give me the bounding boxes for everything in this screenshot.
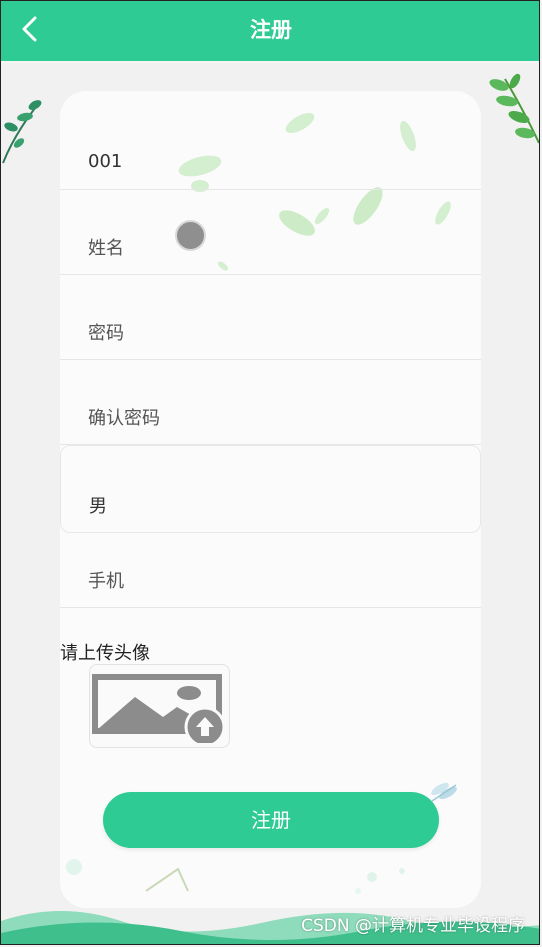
branch-left-decoration [2, 100, 42, 164]
name-field[interactable]: 姓名 [60, 190, 481, 275]
avatar-upload-button[interactable] [89, 664, 230, 748]
account-value: 001 [88, 151, 123, 172]
watermark-text: CSDN @计算机专业毕设程序 [301, 916, 525, 936]
branch-right-decoration [489, 73, 539, 144]
app-frame: 注册 001 姓名 密码 确认密码 男 手机 请上传头像 注册 CSDN @计算… [0, 0, 540, 945]
image-upload-icon [92, 674, 226, 743]
gender-select[interactable]: 男 [60, 445, 481, 533]
upload-avatar-label: 请上传头像 [60, 643, 150, 664]
confirm-password-placeholder: 确认密码 [88, 408, 160, 429]
password-field[interactable]: 密码 [60, 275, 481, 360]
password-placeholder: 密码 [88, 323, 124, 344]
floating-drag-handle[interactable] [175, 220, 206, 251]
phone-placeholder: 手机 [88, 571, 124, 592]
register-submit-button[interactable]: 注册 [103, 792, 439, 848]
app-header: 注册 [1, 1, 539, 63]
gender-selected-value: 男 [89, 496, 107, 517]
register-form-card: 001 姓名 密码 确认密码 男 手机 [60, 91, 481, 908]
confirm-password-field[interactable]: 确认密码 [60, 360, 481, 445]
page-title: 注册 [250, 18, 292, 42]
name-placeholder: 姓名 [88, 238, 124, 259]
account-field[interactable]: 001 [60, 119, 481, 190]
phone-field[interactable]: 手机 [60, 533, 481, 608]
bottom-leaves-decoration [66, 859, 405, 894]
